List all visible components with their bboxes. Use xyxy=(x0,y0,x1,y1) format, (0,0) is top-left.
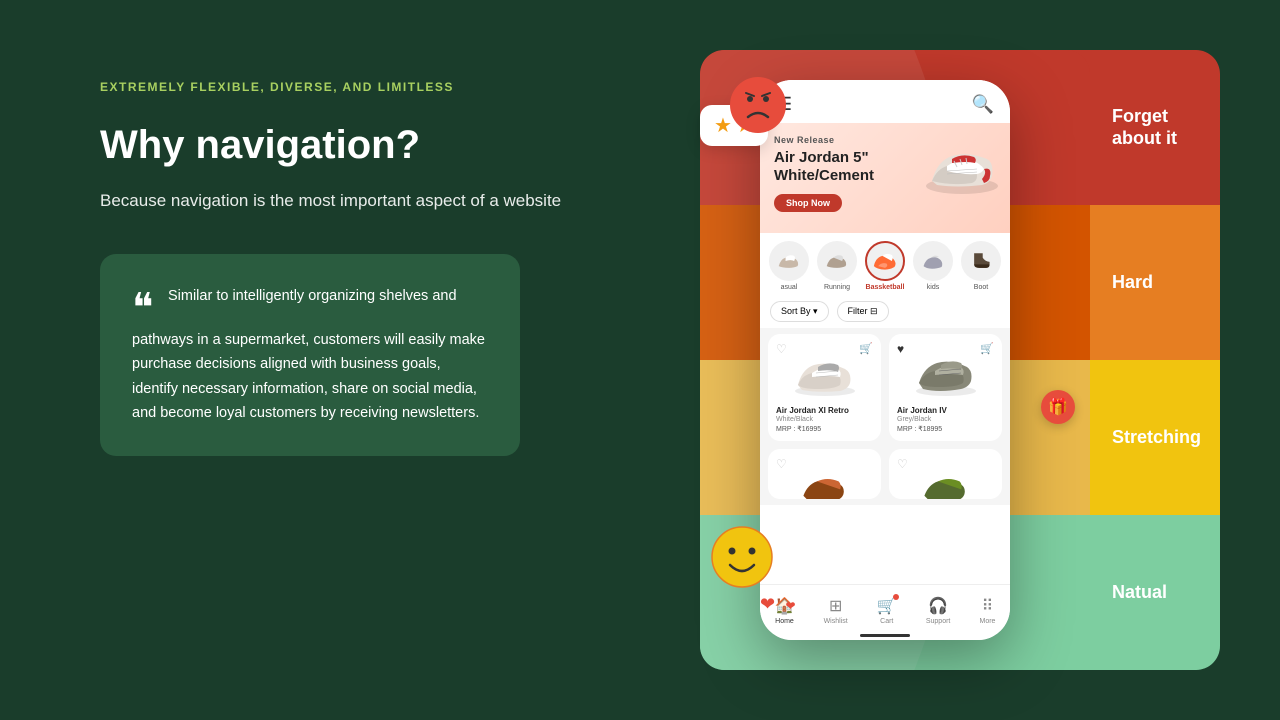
product-name-2: Air Jordan IV xyxy=(897,406,994,416)
left-section: EXTREMELY FLEXIBLE, DIVERSE, AND LIMITLE… xyxy=(100,80,600,456)
cat-item-casual[interactable]: asual xyxy=(768,241,810,291)
product-card-3: ♡ xyxy=(768,449,881,499)
categories-row: asual Running xyxy=(760,233,1010,295)
cat-item-boot[interactable]: Boot xyxy=(960,241,1002,291)
support-nav-icon: 🎧 xyxy=(928,596,948,616)
phone-header: ☰ 🔍 xyxy=(760,80,1010,123)
main-title: Why navigation? xyxy=(100,122,600,168)
nav-support-label: Support xyxy=(926,618,951,625)
nav-wishlist[interactable]: ⊞ Wishlist xyxy=(824,596,848,625)
cat-circle-kids xyxy=(913,241,953,281)
heart-icon-small: ❤ xyxy=(786,599,796,613)
cat-item-running[interactable]: Running xyxy=(816,241,858,291)
add-to-cart-2[interactable]: 🛒 xyxy=(980,342,994,355)
phone-search-icon[interactable]: 🔍 xyxy=(972,94,994,115)
diff-label-hard: Hard xyxy=(1100,205,1230,360)
nav-more-label: More xyxy=(979,618,995,625)
nav-home-label: Home xyxy=(775,618,794,625)
nav-cart[interactable]: 🛒 Cart xyxy=(877,596,897,625)
nav-support[interactable]: 🎧 Support xyxy=(926,596,951,625)
quote-text: Similar to intelligently organizing shel… xyxy=(132,288,485,422)
cart-nav-icon: 🛒 xyxy=(877,596,897,616)
subtitle: Because navigation is the most important… xyxy=(100,188,600,214)
quote-mark-icon: ❝ xyxy=(132,288,154,328)
wishlist-nav-icon: ⊞ xyxy=(829,596,842,616)
product-price-1: MRP : ₹16995 xyxy=(776,425,873,433)
product-image-3 xyxy=(776,457,873,499)
nav-cart-label: Cart xyxy=(880,618,893,625)
right-section: Forgetabout it Hard Stretching Natual ★ … xyxy=(670,50,1230,670)
tagline: EXTREMELY FLEXIBLE, DIVERSE, AND LIMITLE… xyxy=(100,80,600,94)
quote-box: ❝ Similar to intelligently organizing sh… xyxy=(100,254,520,457)
product-name-1: Air Jordan XI Retro xyxy=(776,406,873,416)
product-price-2: MRP : ₹18995 xyxy=(897,425,994,433)
cat-circle-basketball xyxy=(865,241,905,281)
wishlist-icon-2[interactable]: ♥ xyxy=(897,342,904,356)
product-card-2: ♥ Air Jordan IV Grey/Black MRP : ₹18995 xyxy=(889,334,1002,441)
add-to-cart-1[interactable]: 🛒 xyxy=(859,342,873,355)
nav-wishlist-label: Wishlist xyxy=(824,618,848,625)
sort-button[interactable]: Sort By ▾ xyxy=(770,301,829,322)
phone-mockup: ☰ 🔍 New Release Air Jordan 5"White/Cemen… xyxy=(760,80,1010,640)
product-color-2: Grey/Black xyxy=(897,416,994,423)
phone-banner: New Release Air Jordan 5"White/Cement Sh… xyxy=(760,123,1010,233)
wishlist-icon-4[interactable]: ♡ xyxy=(897,457,908,471)
difficulty-labels: Forgetabout it Hard Stretching Natual xyxy=(1100,50,1230,670)
more-nav-icon: ⠿ xyxy=(982,596,994,616)
products-grid: ♡ Air Jordan XI Retro White/Black MRP : … xyxy=(760,328,1010,505)
filter-bar: Sort By ▾ Filter ⊟ xyxy=(760,295,1010,328)
cat-circle-running xyxy=(817,241,857,281)
wishlist-icon-1[interactable]: ♡ xyxy=(776,342,787,356)
happy-emoji xyxy=(710,525,775,590)
product-card-1: ♡ Air Jordan XI Retro White/Black MRP : … xyxy=(768,334,881,441)
cat-item-basketball[interactable]: Bassketball xyxy=(864,241,906,291)
cat-circle-boot xyxy=(961,241,1001,281)
nav-indicator xyxy=(860,634,910,637)
product-color-1: White/Black xyxy=(776,416,873,423)
diff-label-natural: Natual xyxy=(1100,515,1230,670)
cat-item-kids[interactable]: kids xyxy=(912,241,954,291)
cat-circle-casual xyxy=(769,241,809,281)
nav-more[interactable]: ⠿ More xyxy=(979,596,995,625)
diff-label-forget: Forgetabout it xyxy=(1100,50,1230,205)
wishlist-icon-3[interactable]: ♡ xyxy=(776,457,787,471)
sad-emoji xyxy=(728,75,788,135)
heart-icon-large: ❤ xyxy=(760,594,775,614)
bottom-nav: 🏠 Home ⊞ Wishlist 🛒 Cart 🎧 Support ⠿ Mor… xyxy=(760,584,1010,640)
product-image-4 xyxy=(897,457,994,499)
product-card-4: ♡ xyxy=(889,449,1002,499)
hearts-container: ❤ ❤ xyxy=(760,594,796,615)
filter-button[interactable]: Filter ⊟ xyxy=(837,301,889,322)
shop-now-button[interactable]: Shop Now xyxy=(774,194,842,212)
banner-shoe-image xyxy=(922,131,1002,221)
gift-button[interactable]: 🎁 xyxy=(1041,390,1075,424)
diff-label-stretching: Stretching xyxy=(1100,360,1230,515)
